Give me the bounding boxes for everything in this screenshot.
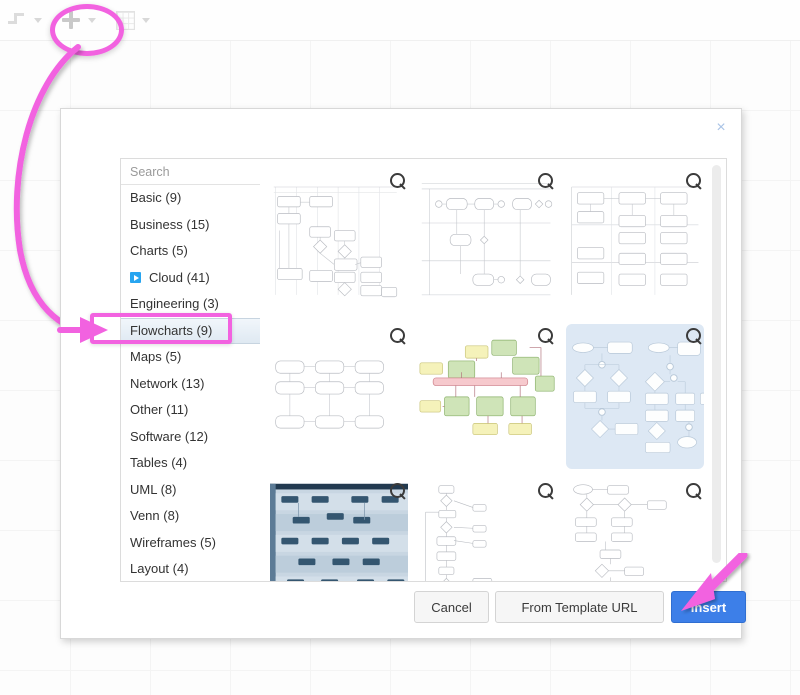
template-preview [566,479,704,581]
magnifier-icon[interactable] [390,328,406,345]
category-item-maps[interactable]: Maps (5) [121,344,260,371]
category-item-uml[interactable]: UML (8) [121,477,260,504]
category-item-cloud[interactable]: Cloud (41) [121,265,260,292]
category-item-label: Charts (5) [130,243,188,258]
category-item-label: Network (13) [130,375,205,391]
template-thumbnail-colored-data-flow-diagram[interactable] [414,320,562,475]
template-preview [418,324,556,469]
magnifier-icon[interactable] [686,483,702,500]
connector-button[interactable] [0,5,34,35]
template-preview [418,479,556,581]
template-thumbnail-branching-flowchart[interactable] [562,475,710,581]
category-item-label: Business (15) [130,216,210,232]
category-panel: Basic (9) Business (15) Charts (5) Cloud (4… [120,158,261,582]
category-item-basic[interactable]: Basic (9) [121,185,260,212]
magnifier-icon[interactable] [390,173,406,190]
template-thumbnail-cross-functional-process[interactable] [414,165,562,320]
category-item-layout[interactable]: Layout (4) [121,556,260,581]
connector-tool-group[interactable] [0,0,54,40]
category-item-label: Engineering (3) [130,296,219,311]
category-item-other[interactable]: Other (11) [121,397,260,424]
category-item-venn[interactable]: Venn (8) [121,503,260,530]
scrollbar-thumb[interactable] [712,165,721,563]
category-item-label: Cloud (41) [149,269,210,285]
template-thumbnail-vertical-process-chart[interactable] [414,475,562,581]
category-item-label: Maps (5) [130,349,182,364]
template-preview [566,324,704,469]
category-item-label: Flowcharts (9) [130,322,213,338]
template-thumbnail-horizontal-flow-diagram[interactable] [266,320,414,475]
category-item-flowcharts[interactable]: Flowcharts (9) [121,317,260,344]
category-item-label: Tables (4) [130,455,188,470]
template-grid [260,159,706,581]
magnifier-icon[interactable] [390,483,406,500]
magnifier-icon[interactable] [686,173,702,190]
category-item-label: Other (11) [130,402,189,417]
template-thumbnail-swimlane-flowchart-grid[interactable] [266,165,414,320]
dialog-footer: Cancel From Template URL Insert [61,580,746,638]
category-item-label: UML (8) [130,481,177,497]
template-preview [418,169,556,314]
category-item-label: Basic (9) [130,190,182,205]
category-item-label: Software (12) [130,428,209,444]
template-preview [270,169,408,314]
template-thumbnail-dark-swimlane-matrix[interactable] [266,475,414,581]
magnifier-icon[interactable] [686,328,702,345]
category-item-label: Wireframes (5) [130,534,216,550]
category-list: Basic (9) Business (15) Charts (5) Cloud (4… [121,185,260,581]
close-icon[interactable]: × [712,119,730,137]
template-thumbnail-decision-flowchart[interactable] [562,320,710,475]
search-input[interactable] [130,164,260,179]
expand-triangle-icon[interactable] [130,272,141,284]
magnifier-icon[interactable] [538,483,554,500]
category-item-business[interactable]: Business (15) [121,212,260,239]
category-item-software[interactable]: Software (12) [121,424,260,451]
cancel-button[interactable]: Cancel [414,591,489,623]
category-item-label: Venn (8) [130,508,180,523]
magnifier-icon[interactable] [538,328,554,345]
category-item-label: Layout (4) [130,561,189,576]
template-panel [260,158,727,582]
magnifier-icon[interactable] [538,173,554,190]
category-item-tables[interactable]: Tables (4) [121,450,260,477]
annotation-ellipse-plus-button [50,4,124,56]
template-preview [270,324,408,469]
category-item-network[interactable]: Network (13) [121,371,260,398]
insert-button[interactable]: Insert [671,591,746,623]
new-diagram-dialog: × Basic (9) Business (15) Charts (5) Cloud … [60,108,746,639]
search-row[interactable] [121,159,260,185]
template-thumbnail-vertical-swimlane-process[interactable] [562,165,710,320]
category-item-charts[interactable]: Charts (5) [121,238,260,265]
chevron-down-icon[interactable] [142,17,150,23]
chevron-down-icon[interactable] [34,17,42,23]
from-template-url-button[interactable]: From Template URL [495,591,664,623]
category-item-wireframes[interactable]: Wireframes (5) [121,530,260,557]
template-preview [566,169,704,314]
waypoint-connector-icon [7,12,27,28]
template-preview [270,479,408,581]
templates-scrollbar[interactable] [710,163,723,577]
category-item-engineering[interactable]: Engineering (3) [121,291,260,318]
